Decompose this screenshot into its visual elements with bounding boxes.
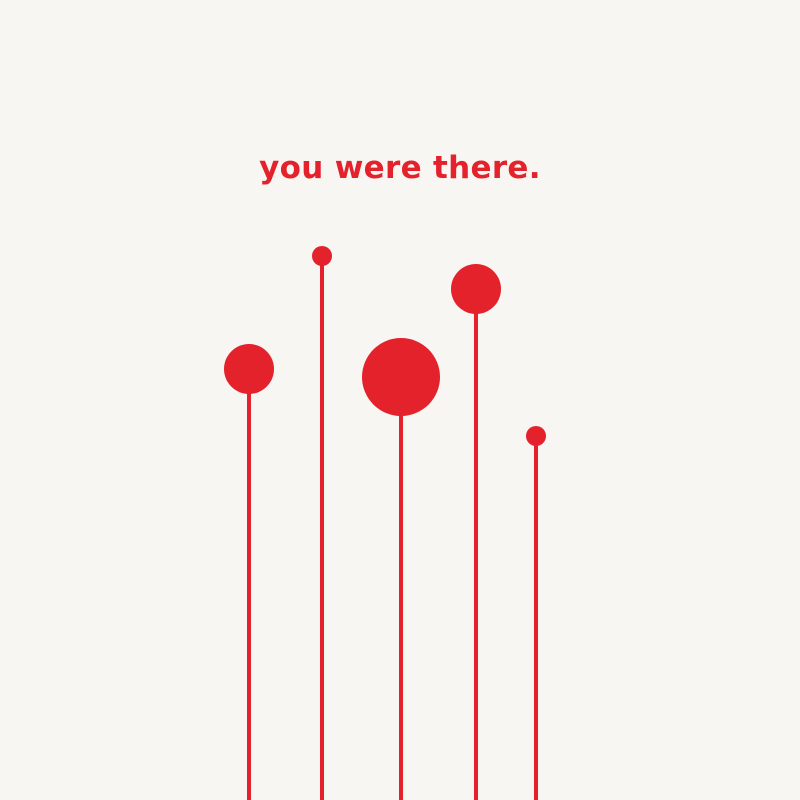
pin-4 [451,264,501,800]
pin-1 [224,344,274,800]
pin-illustration [224,246,546,800]
pin-2 [312,246,332,800]
pin-5 [526,426,546,800]
pin-3 [362,338,440,800]
poster-canvas: you were there. [0,0,800,800]
